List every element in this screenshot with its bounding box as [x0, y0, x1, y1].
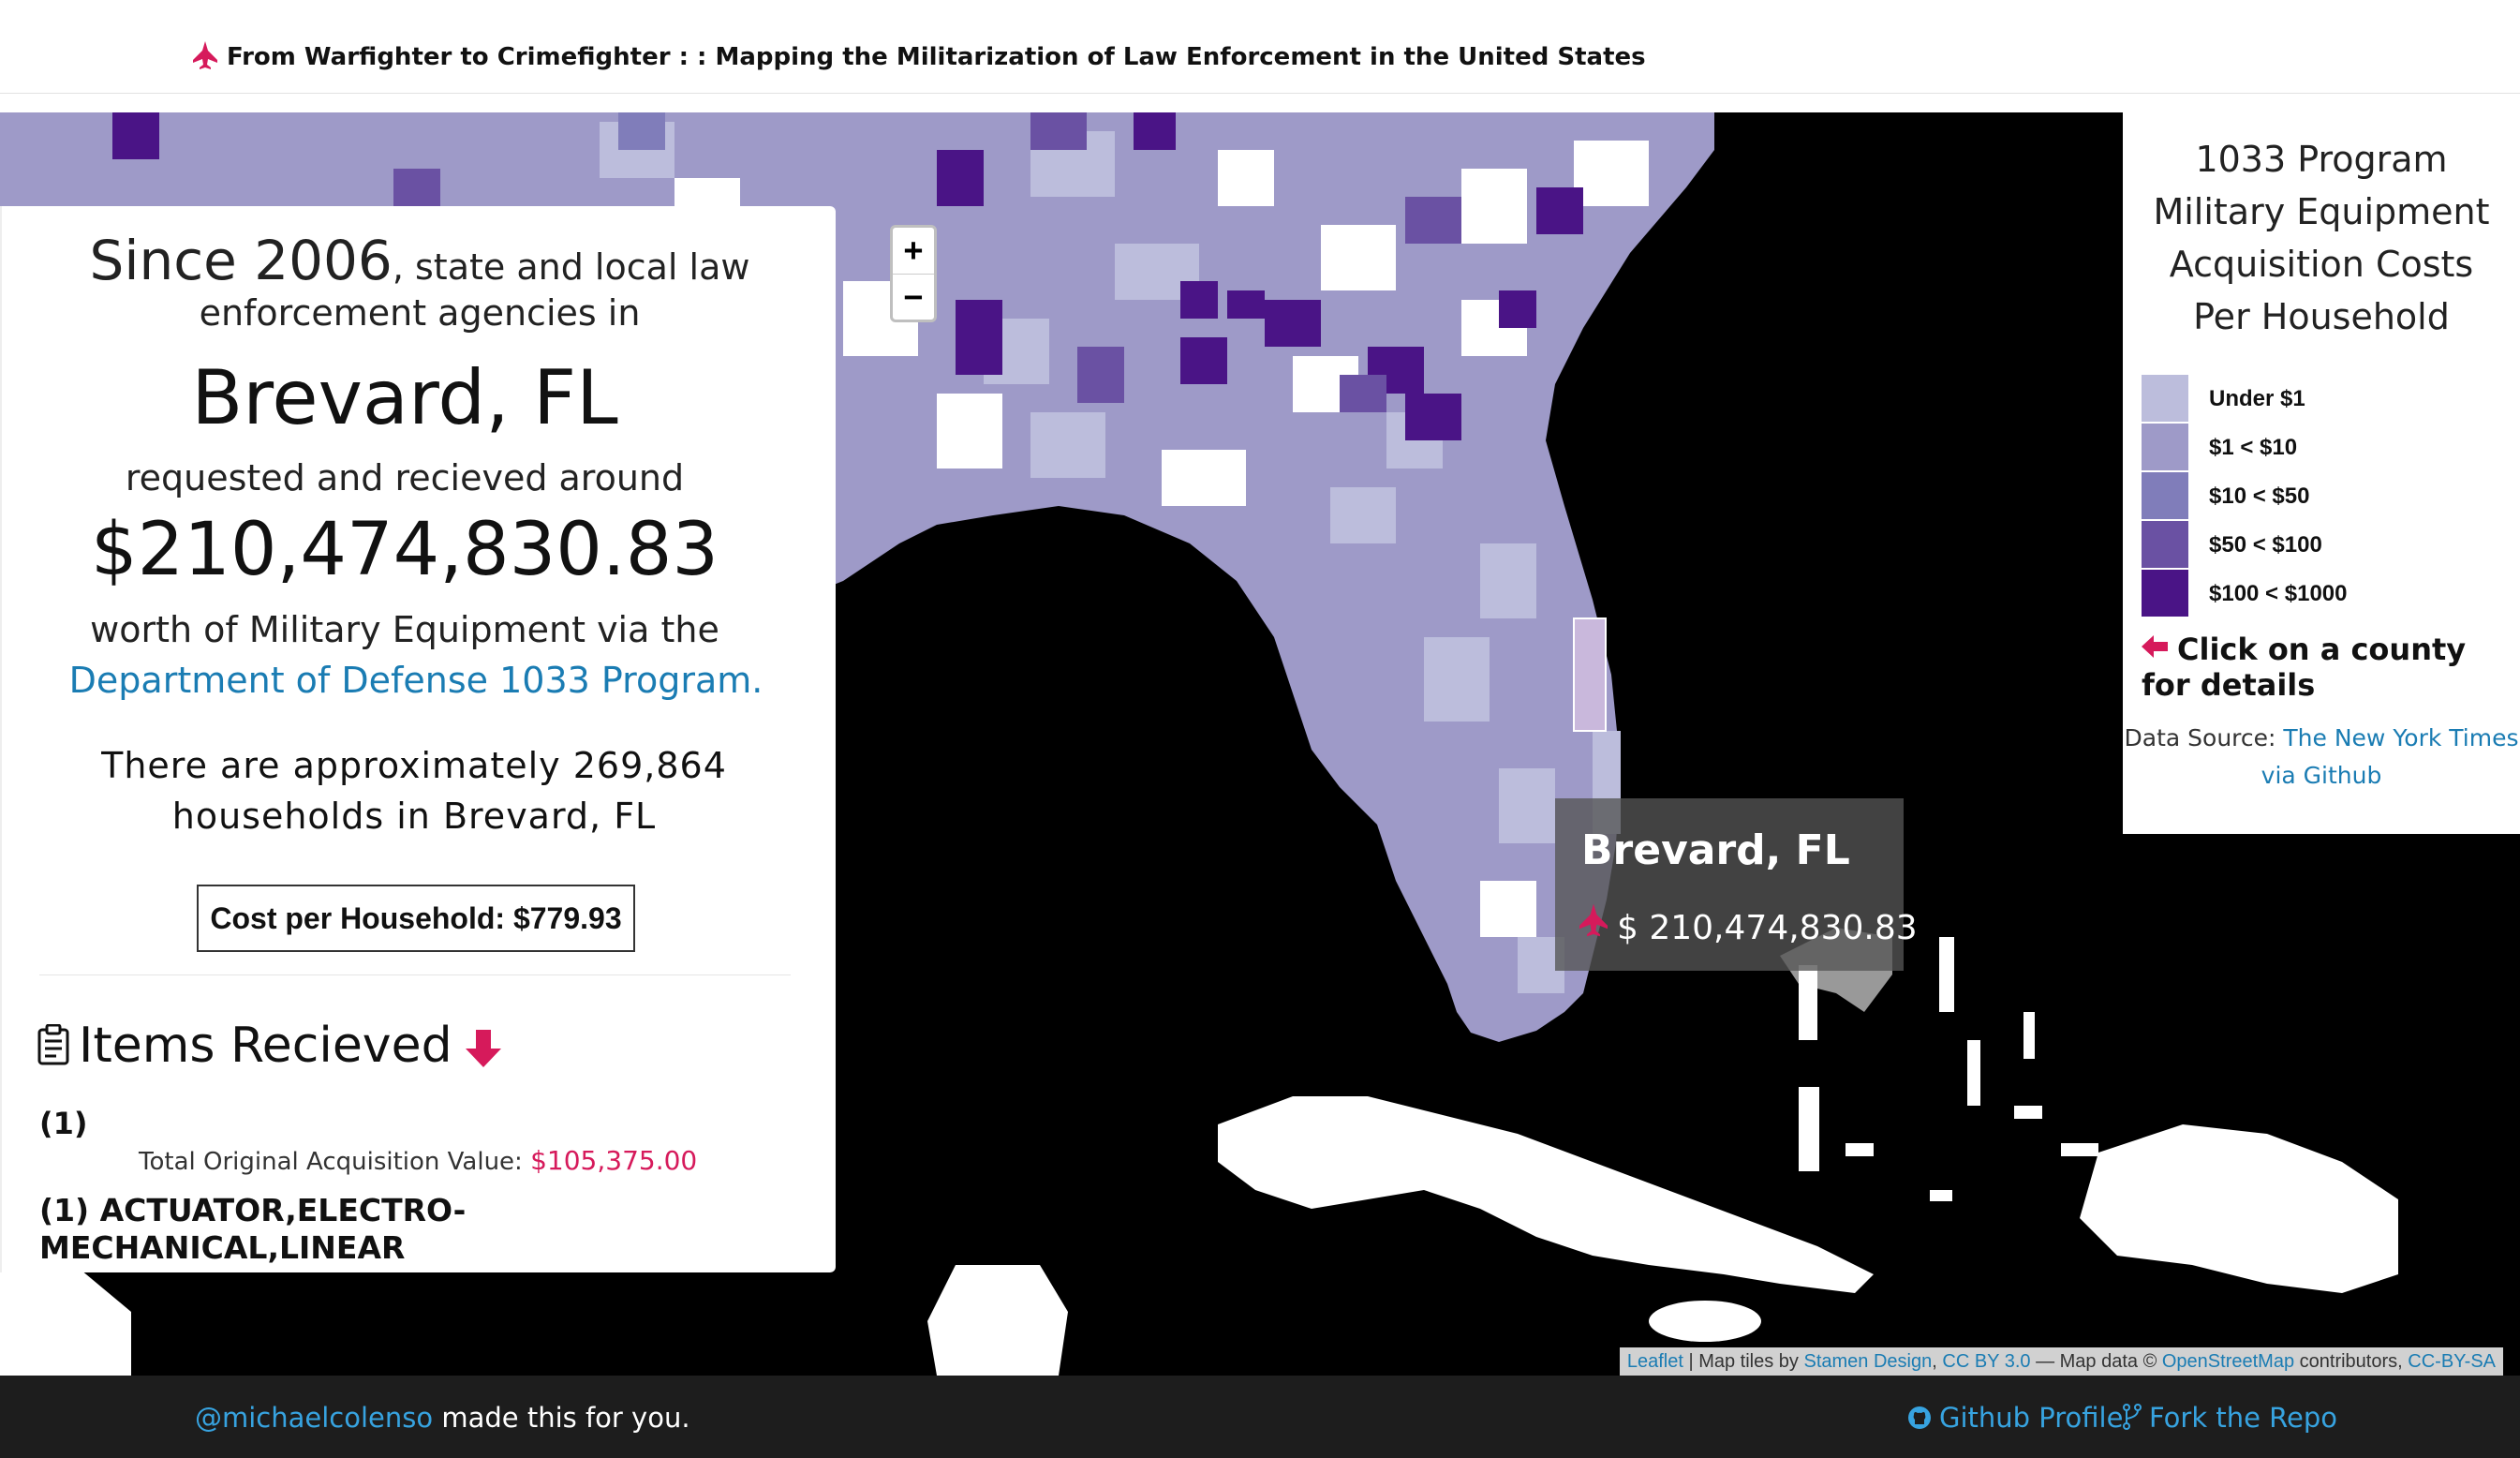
- author-handle-link[interactable]: @michaelcolenso: [195, 1402, 433, 1434]
- legend-swatch: [2142, 521, 2188, 568]
- zoom-control[interactable]: + −: [890, 225, 937, 322]
- legend-label: $50 < $100: [2209, 532, 2322, 558]
- county-tooltip: Brevard, FL $ 210,474,830.83: [1555, 798, 1918, 971]
- dod-1033-program-link[interactable]: Department of Defense 1033 Program.: [2, 660, 830, 701]
- yucatan-land: [927, 1265, 1068, 1376]
- item-value: $105,375.00: [530, 1145, 698, 1176]
- click-hint-text: Click on a county for details: [2142, 632, 2467, 703]
- legend-swatch: [2142, 472, 2188, 519]
- hispaniola-land: [2080, 1124, 2398, 1293]
- legend-swatch: [2142, 570, 2188, 617]
- clipboard-icon: [37, 1024, 69, 1065]
- requested-line: requested and recieved around: [125, 457, 685, 498]
- households-line-2: households in Brevard, FL: [171, 796, 657, 837]
- data-source: Data Source: The New York Times via Gith…: [2123, 720, 2520, 795]
- github-icon: [1908, 1406, 1931, 1429]
- item-quantity: (1): [39, 1106, 88, 1141]
- cc-by-sa-link[interactable]: CC-BY-SA: [2408, 1351, 2496, 1372]
- tooltip-county-name: Brevard, FL: [1581, 826, 1850, 874]
- cuba-land: [1218, 1096, 1874, 1293]
- code-fork-icon: [2123, 1404, 2142, 1430]
- since-line: Since 2006, state and local law: [2, 229, 836, 292]
- legend-swatch: [2142, 375, 2188, 422]
- items-received-heading[interactable]: Items Recieved: [37, 1018, 501, 1074]
- source-label: Data Source:: [2124, 724, 2276, 751]
- cc-by-link[interactable]: CC BY 3.0: [1942, 1351, 2030, 1372]
- legend-title-line: 1033 Program: [2195, 139, 2448, 180]
- brevard-county-highlight: [1573, 617, 1607, 732]
- item-value-line: Total Original Acquisition Value: $105,3…: [139, 1145, 697, 1176]
- github-profile-label: Github Profile: [1939, 1402, 2124, 1434]
- tooltip-amount: $ 210,474,830.83: [1617, 909, 1918, 947]
- arrow-left-icon: [2142, 635, 2168, 658]
- attribution-text: contributors,: [2299, 1351, 2403, 1372]
- legend-title-line: Acquisition Costs: [2169, 244, 2474, 285]
- map-legend: 1033 Program Military Equipment Acquisit…: [2123, 111, 2520, 834]
- map-attribution: Leaflet | Map tiles by Stamen Design, CC…: [1619, 1347, 2503, 1376]
- since-year: Since 2006: [89, 229, 393, 292]
- item-value-label: Total Original Acquisition Value:: [139, 1148, 523, 1176]
- source-link[interactable]: The New York Times via Github: [2261, 724, 2519, 789]
- county-name: Brevard, FL: [191, 354, 618, 441]
- since-rest: , state and local law: [392, 246, 750, 288]
- total-amount: $210,474,830.83: [91, 508, 719, 592]
- made-text: made this for you.: [433, 1402, 690, 1434]
- click-county-hint: Click on a county for details: [2142, 632, 2516, 703]
- jamaica-land: [1649, 1301, 1761, 1342]
- github-profile-link[interactable]: Github Profile: [1907, 1402, 2123, 1434]
- attribution-text: | Map tiles by: [1688, 1351, 1799, 1372]
- zoom-in-button[interactable]: +: [893, 228, 934, 275]
- legend-title: 1033 Program Military Equipment Acquisit…: [2123, 133, 2520, 343]
- fighter-jet-icon: [193, 41, 217, 69]
- page-title: From Warfighter to Crimefighter : : Mapp…: [227, 43, 1646, 71]
- footer-bar: @michaelcolenso made this for you. Githu…: [0, 1376, 2520, 1458]
- zoom-out-button[interactable]: −: [893, 275, 934, 320]
- divider: [39, 974, 791, 975]
- mexico-land: [0, 1256, 131, 1376]
- legend-label: $1 < $10: [2209, 435, 2298, 460]
- fighter-jet-icon: [1579, 903, 1608, 937]
- legend-label: Under $1: [2209, 386, 2305, 411]
- attribution-text: — Map data ©: [2036, 1351, 2157, 1372]
- cost-per-household-box: Cost per Household: $779.93: [197, 885, 635, 952]
- households-text: There are approximately 269,864 househol…: [39, 740, 789, 841]
- fork-repo-link[interactable]: Fork the Repo: [2123, 1402, 2337, 1434]
- osm-link[interactable]: OpenStreetMap: [2162, 1351, 2294, 1372]
- worth-line: worth of Military Equipment via the: [90, 609, 719, 650]
- arrow-down-icon[interactable]: [465, 1030, 501, 1067]
- made-by-line: @michaelcolenso made this for you.: [195, 1402, 690, 1434]
- legend-title-line: Military Equipment: [2153, 191, 2490, 232]
- stamen-link[interactable]: Stamen Design: [1804, 1351, 1933, 1372]
- legend-swatch: [2142, 424, 2188, 470]
- header-bar: From Warfighter to Crimefighter : : Mapp…: [0, 0, 2520, 94]
- agencies-line: enforcement agencies in: [199, 292, 641, 334]
- legend-label: $10 < $50: [2209, 484, 2310, 509]
- items-heading-label: Items Recieved: [79, 1018, 452, 1074]
- legend-title-line: Per Household: [2193, 296, 2450, 337]
- legend-label: $100 < $1000: [2209, 581, 2348, 606]
- households-line-1: There are approximately 269,864: [101, 745, 727, 786]
- leaflet-link[interactable]: Leaflet: [1627, 1351, 1683, 1372]
- fork-repo-label: Fork the Repo: [2149, 1402, 2337, 1434]
- county-info-panel: Since 2006, state and local law enforcem…: [0, 206, 836, 1272]
- item-name: (1) ACTUATOR,ELECTRO-MECHANICAL,LINEAR: [39, 1192, 467, 1266]
